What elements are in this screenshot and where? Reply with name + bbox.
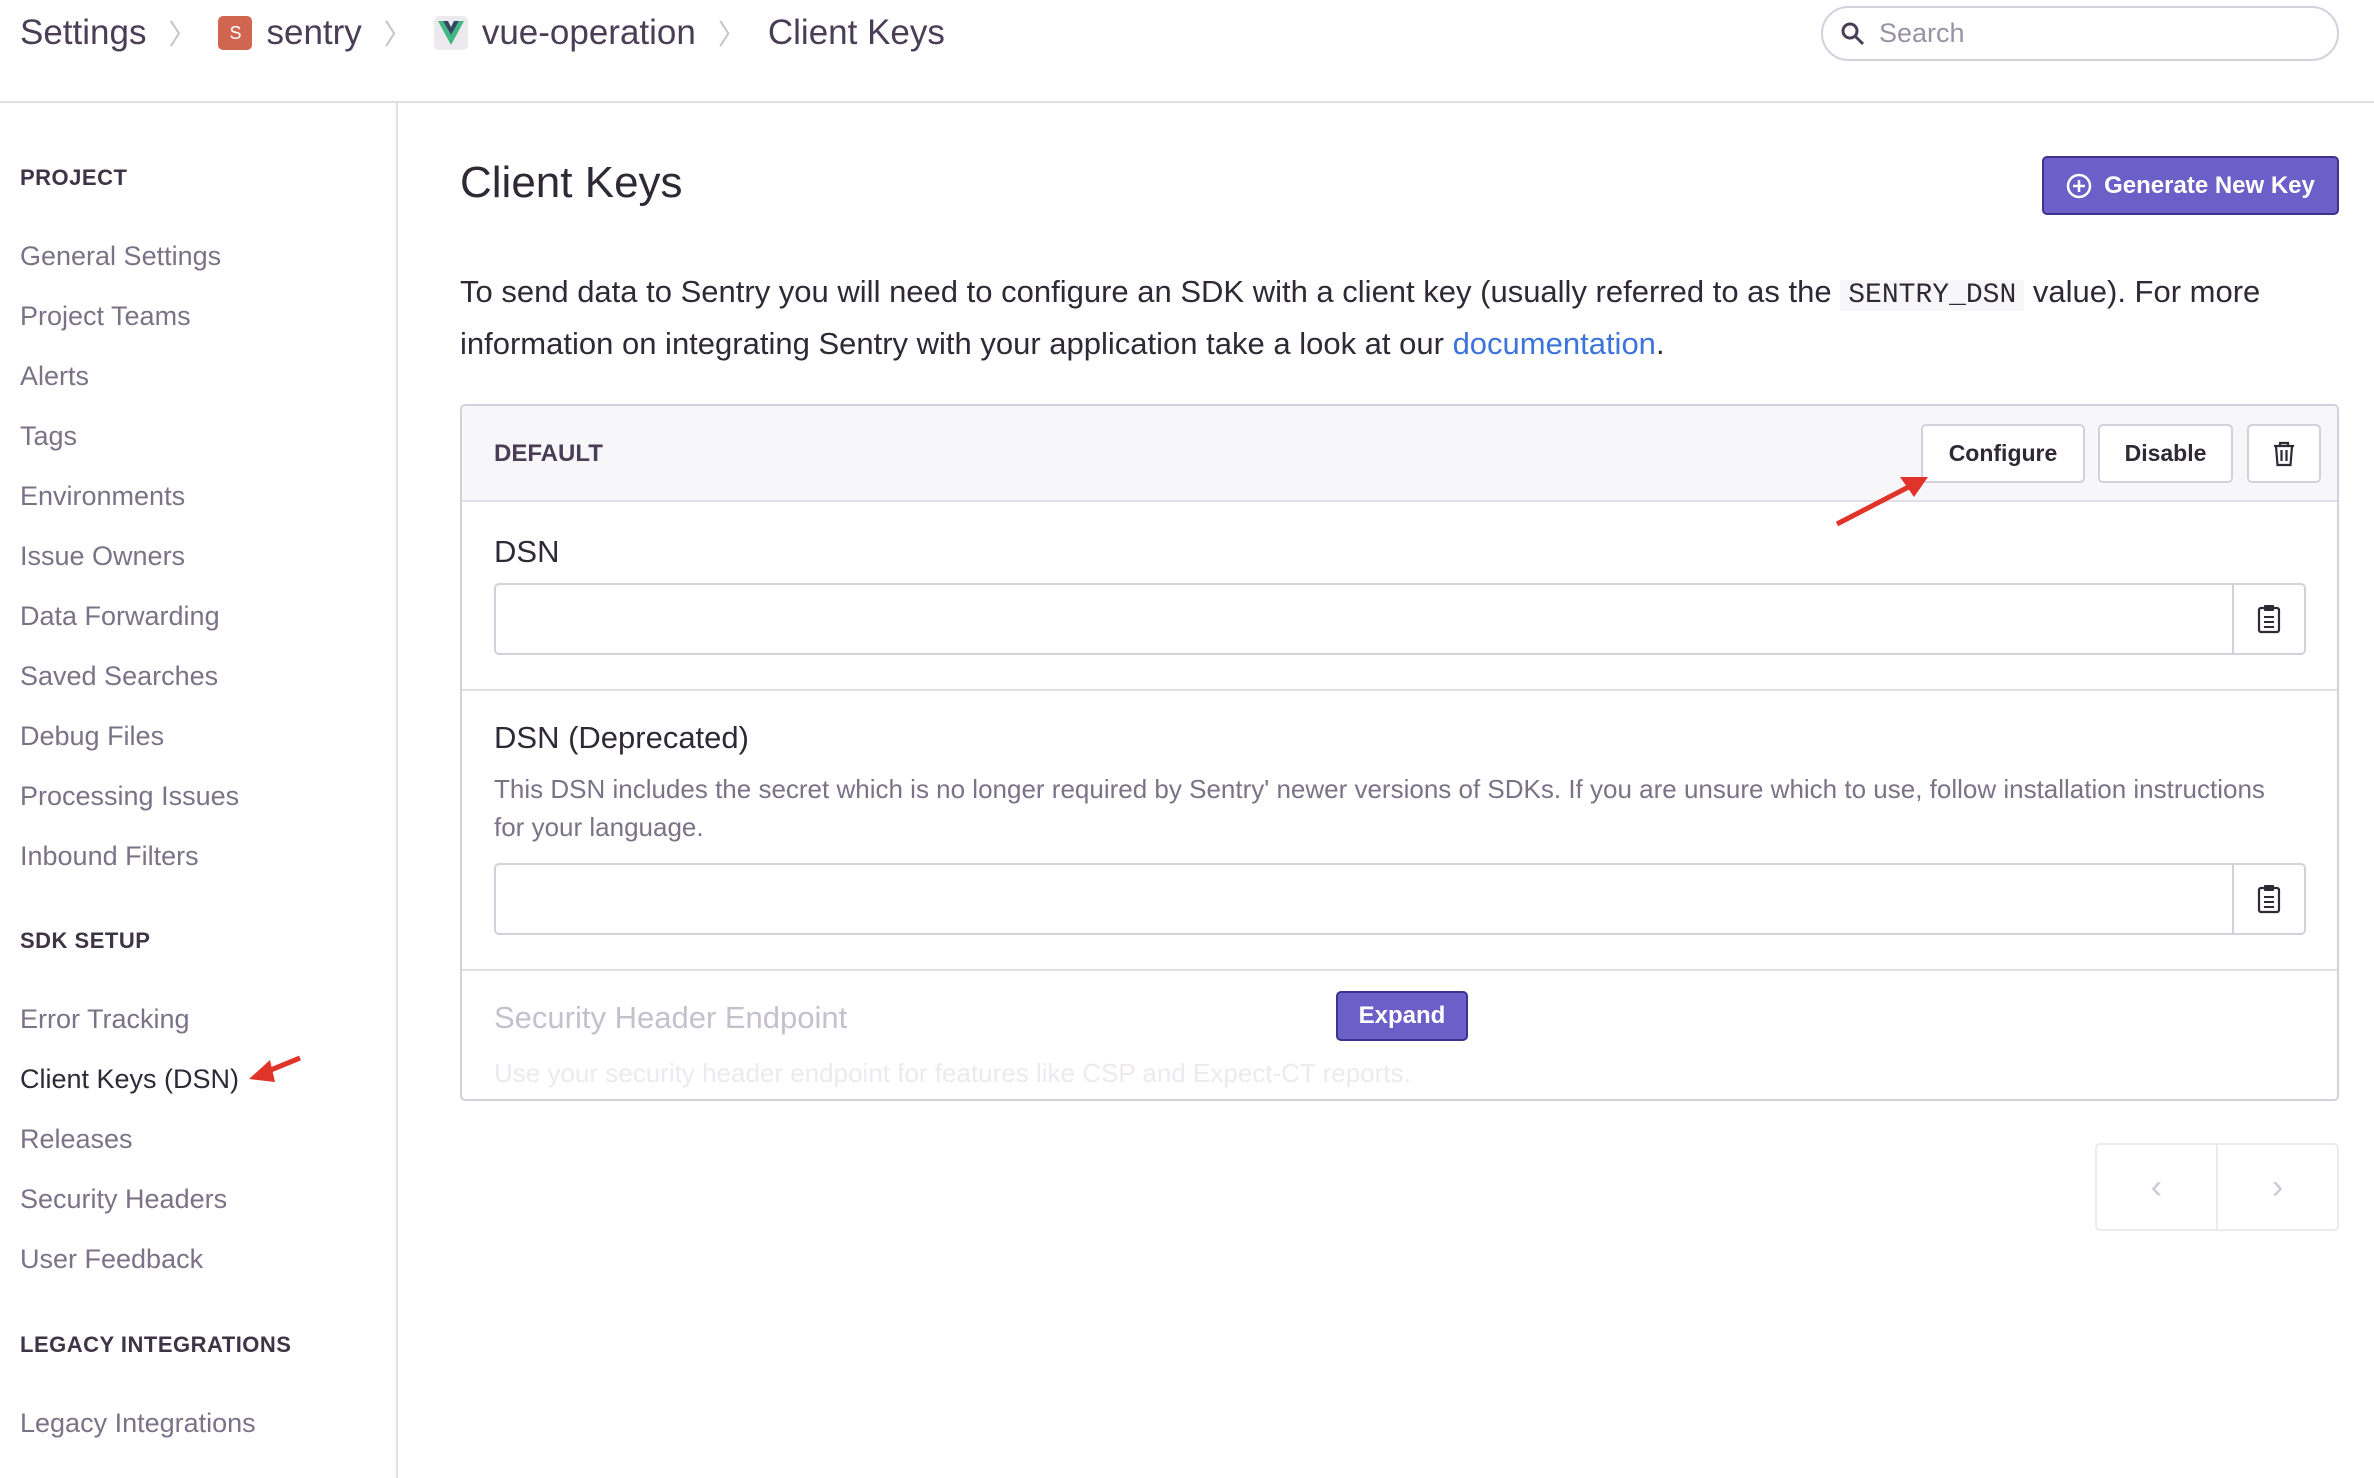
search-icon [1841, 22, 1865, 45]
client-key-panel: DEFAULT Configure Disable DSN DSN (Depre… [460, 404, 2339, 1101]
sidebar-item-project-teams[interactable]: Project Teams [20, 299, 191, 333]
clipboard-icon [2257, 605, 2281, 634]
dsn-deprecated-help: This DSN includes the secret which is no… [494, 774, 2265, 842]
search-input[interactable]: Search [1821, 6, 2339, 61]
dsn-label: DSN [494, 534, 560, 569]
intro-text-part: . [1655, 326, 1665, 361]
copy-dsn-deprecated-button[interactable] [2232, 865, 2304, 933]
breadcrumb-current: Client Keys [767, 13, 945, 52]
disable-button[interactable]: Disable [2098, 424, 2233, 483]
sidebar-item-legacy-integrations[interactable]: Legacy Integrations [20, 1406, 256, 1440]
key-name: DEFAULT [494, 440, 603, 467]
breadcrumb: Settings 〉 S sentry 〉 vue-operation 〉 Cl… [20, 10, 945, 56]
sidebar-item-saved-searches[interactable]: Saved Searches [20, 659, 218, 693]
sidebar-item-user-feedback[interactable]: User Feedback [20, 1242, 203, 1276]
delete-button[interactable] [2247, 424, 2321, 483]
trash-icon [2274, 441, 2294, 466]
sidebar-item-issue-owners[interactable]: Issue Owners [20, 539, 185, 573]
plus-circle-icon [2066, 173, 2092, 198]
sidebar-section-sdk-setup: SDK SETUP [20, 928, 151, 953]
top-header: Settings 〉 S sentry 〉 vue-operation 〉 Cl… [0, 0, 2374, 103]
sidebar-item-client-keys[interactable]: Client Keys (DSN) [20, 1062, 239, 1096]
copy-dsn-button[interactable] [2232, 585, 2304, 653]
search-placeholder: Search [1879, 18, 1965, 48]
sidebar-item-debug-files[interactable]: Debug Files [20, 719, 164, 753]
chevron-right-icon: 〉 [168, 19, 197, 50]
breadcrumb-settings[interactable]: Settings [20, 13, 146, 53]
sidebar-section-project: PROJECT [20, 165, 128, 190]
security-header-label: Security Header Endpoint [494, 1000, 848, 1035]
sidebar-item-inbound-filters[interactable]: Inbound Filters [20, 839, 199, 873]
pagination: ‹ › [2095, 1143, 2339, 1231]
panel-header: DEFAULT Configure Disable [462, 406, 2337, 502]
sidebar-item-processing-issues[interactable]: Processing Issues [20, 779, 239, 813]
sidebar-item-general-settings[interactable]: General Settings [20, 239, 221, 273]
next-page-button[interactable]: › [2216, 1145, 2337, 1229]
divider [462, 689, 2337, 691]
dsn-deprecated-label: DSN (Deprecated) [494, 720, 749, 755]
breadcrumb-org[interactable]: sentry [266, 13, 361, 53]
sidebar-item-security-headers[interactable]: Security Headers [20, 1182, 227, 1216]
sidebar-section-legacy: LEGACY INTEGRATIONS [20, 1332, 292, 1357]
breadcrumb-project[interactable]: vue-operation [482, 13, 696, 53]
org-avatar: S [218, 16, 253, 50]
configure-button[interactable]: Configure [1921, 424, 2085, 483]
divider [462, 969, 2337, 971]
documentation-link[interactable]: documentation [1453, 326, 1656, 361]
dsn-deprecated-field[interactable] [494, 863, 2306, 935]
intro-text: To send data to Sentry you will need to … [460, 268, 2340, 368]
generate-new-key-label: Generate New Key [2104, 171, 2315, 199]
previous-page-button[interactable]: ‹ [2097, 1145, 2216, 1229]
sidebar-item-releases[interactable]: Releases [20, 1122, 133, 1156]
sidebar-item-data-forwarding[interactable]: Data Forwarding [20, 599, 220, 633]
security-header-help: Use your security header endpoint for fe… [494, 1058, 1411, 1088]
settings-sidebar: PROJECT General Settings Project Teams A… [0, 103, 398, 1478]
sidebar-item-error-tracking[interactable]: Error Tracking [20, 1002, 190, 1036]
chevron-right-icon: 〉 [717, 19, 746, 50]
sidebar-item-alerts[interactable]: Alerts [20, 359, 89, 393]
intro-text-part: To send data to Sentry you will need to … [460, 274, 1841, 309]
expand-button[interactable]: Expand [1336, 991, 1468, 1041]
sentry-dsn-code: SENTRY_DSN [1840, 280, 2025, 311]
dsn-field[interactable] [494, 583, 2306, 655]
chevron-right-icon: 〉 [383, 19, 412, 50]
sidebar-item-tags[interactable]: Tags [20, 419, 77, 453]
clipboard-icon [2257, 885, 2281, 914]
vue-logo-icon [433, 16, 468, 50]
generate-new-key-button[interactable]: Generate New Key [2042, 156, 2339, 215]
page-title: Client Keys [460, 158, 683, 207]
sidebar-item-environments[interactable]: Environments [20, 479, 185, 513]
